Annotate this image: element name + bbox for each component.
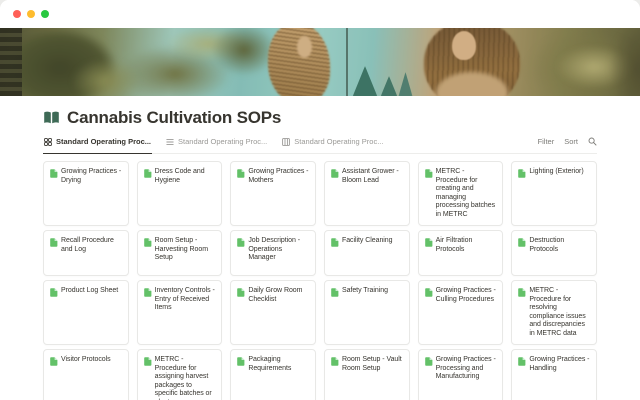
tab-label: Standard Operating Proc...: [294, 137, 383, 146]
sop-card[interactable]: Dress Code and Hygiene: [137, 161, 223, 226]
document-icon: [425, 238, 433, 247]
sop-card[interactable]: Facility Cleaning: [324, 230, 410, 276]
sop-card[interactable]: Room Setup - Vault Room Setup: [324, 349, 410, 400]
card-title: Facility Cleaning: [342, 237, 393, 246]
card-title: Assistant Grower - Bloom Lead: [342, 168, 403, 185]
document-icon: [518, 238, 526, 247]
document-icon: [50, 238, 58, 247]
document-icon: [144, 288, 152, 297]
card-title: METRC - Procedure for creating and manag…: [436, 168, 497, 219]
document-icon: [331, 238, 339, 247]
document-icon: [425, 357, 433, 366]
card-title: Room Setup - Harvesting Room Setup: [155, 237, 216, 263]
card-title: Air Filtration Protocols: [436, 237, 497, 254]
sop-card[interactable]: Growing Practices - Culling Procedures: [418, 280, 504, 345]
sop-card[interactable]: Packaging Requirements: [230, 349, 316, 400]
tab-gallery-view[interactable]: Standard Operating Proc...: [43, 137, 152, 153]
sop-card[interactable]: Safety Training: [324, 280, 410, 345]
sop-card[interactable]: Destruction Protocols: [511, 230, 597, 276]
document-icon: [425, 169, 433, 178]
document-icon: [50, 169, 58, 178]
page-content: Cannabis Cultivation SOPs Standard Opera…: [0, 108, 640, 400]
card-title: Product Log Sheet: [61, 287, 118, 296]
open-book-icon: [43, 110, 60, 125]
document-icon: [144, 238, 152, 247]
sop-card[interactable]: Room Setup - Harvesting Room Setup: [137, 230, 223, 276]
minimize-window-button[interactable]: [27, 10, 35, 18]
card-title: Growing Practices - Drying: [61, 168, 122, 185]
sop-card[interactable]: Inventory Controls - Entry of Received I…: [137, 280, 223, 345]
card-title: Inventory Controls - Entry of Received I…: [155, 287, 216, 313]
document-icon: [144, 169, 152, 178]
document-icon: [144, 357, 152, 366]
card-title: Visitor Protocols: [61, 356, 111, 365]
sop-card[interactable]: Daily Grow Room Checklist: [230, 280, 316, 345]
sop-card[interactable]: METRC - Procedure for creating and manag…: [418, 161, 504, 226]
document-icon: [518, 169, 526, 178]
sop-card[interactable]: Recall Procedure and Log: [43, 230, 129, 276]
document-icon: [237, 288, 245, 297]
document-icon: [425, 288, 433, 297]
magnifier-icon: [588, 137, 597, 146]
tab-label: Standard Operating Proc...: [178, 137, 267, 146]
card-title: Safety Training: [342, 287, 388, 296]
close-window-button[interactable]: [13, 10, 21, 18]
card-title: Growing Practices - Processing and Manuf…: [436, 356, 497, 382]
sort-button[interactable]: Sort: [564, 137, 578, 146]
document-icon: [331, 357, 339, 366]
sop-card[interactable]: METRC - Procedure for resolving complian…: [511, 280, 597, 345]
sop-card[interactable]: Growing Practices - Drying: [43, 161, 129, 226]
card-grid: Growing Practices - Drying Dress Code an…: [43, 161, 597, 400]
card-title: Room Setup - Vault Room Setup: [342, 356, 403, 373]
sop-card[interactable]: Growing Practices - Handling: [511, 349, 597, 400]
page-header: Cannabis Cultivation SOPs: [43, 108, 597, 127]
search-button[interactable]: [588, 137, 597, 146]
tab-table-view[interactable]: Standard Operating Proc...: [281, 137, 384, 153]
document-icon: [50, 357, 58, 366]
sop-card[interactable]: Job Description - Operations Manager: [230, 230, 316, 276]
document-icon: [237, 357, 245, 366]
card-title: Daily Grow Room Checklist: [248, 287, 309, 304]
gallery-view-icon: [44, 138, 52, 146]
sop-card[interactable]: Air Filtration Protocols: [418, 230, 504, 276]
sop-card[interactable]: Growing Practices - Mothers: [230, 161, 316, 226]
tab-list-view[interactable]: Standard Operating Proc...: [165, 137, 268, 153]
document-icon: [50, 288, 58, 297]
document-icon: [237, 238, 245, 247]
sop-card[interactable]: Lighting (Exterior): [511, 161, 597, 226]
tab-label: Standard Operating Proc...: [56, 137, 151, 146]
sop-card[interactable]: Growing Practices - Processing and Manuf…: [418, 349, 504, 400]
sop-card[interactable]: Visitor Protocols: [43, 349, 129, 400]
card-title: METRC - Procedure for resolving complian…: [529, 287, 590, 338]
card-title: Destruction Protocols: [529, 237, 590, 254]
card-title: Lighting (Exterior): [529, 168, 583, 177]
card-title: Recall Procedure and Log: [61, 237, 122, 254]
page-title: Cannabis Cultivation SOPs: [67, 108, 281, 127]
document-icon: [331, 169, 339, 178]
card-title: Dress Code and Hygiene: [155, 168, 216, 185]
table-view-icon: [282, 138, 290, 146]
list-view-icon: [166, 138, 174, 146]
document-icon: [331, 288, 339, 297]
app-window: Cannabis Cultivation SOPs Standard Opera…: [0, 0, 640, 400]
zoom-window-button[interactable]: [41, 10, 49, 18]
filter-button[interactable]: Filter: [538, 137, 555, 146]
cover-tint-overlay: [0, 28, 640, 96]
view-tools: Filter Sort: [538, 137, 597, 153]
document-icon: [518, 357, 526, 366]
view-tabbar: Standard Operating Proc... Standard Oper…: [43, 137, 597, 154]
sop-card[interactable]: Assistant Grower - Bloom Lead: [324, 161, 410, 226]
document-icon: [237, 169, 245, 178]
cover-image: [0, 28, 640, 96]
sop-card[interactable]: METRC - Procedure for assigning harvest …: [137, 349, 223, 400]
card-title: Packaging Requirements: [248, 356, 309, 373]
sop-card[interactable]: Product Log Sheet: [43, 280, 129, 345]
card-title: Growing Practices - Handling: [529, 356, 590, 373]
card-title: Growing Practices - Culling Procedures: [436, 287, 497, 304]
document-icon: [518, 288, 526, 297]
card-title: Job Description - Operations Manager: [248, 237, 309, 263]
card-title: Growing Practices - Mothers: [248, 168, 309, 185]
card-title: METRC - Procedure for assigning harvest …: [155, 356, 216, 400]
window-titlebar: [0, 0, 640, 28]
